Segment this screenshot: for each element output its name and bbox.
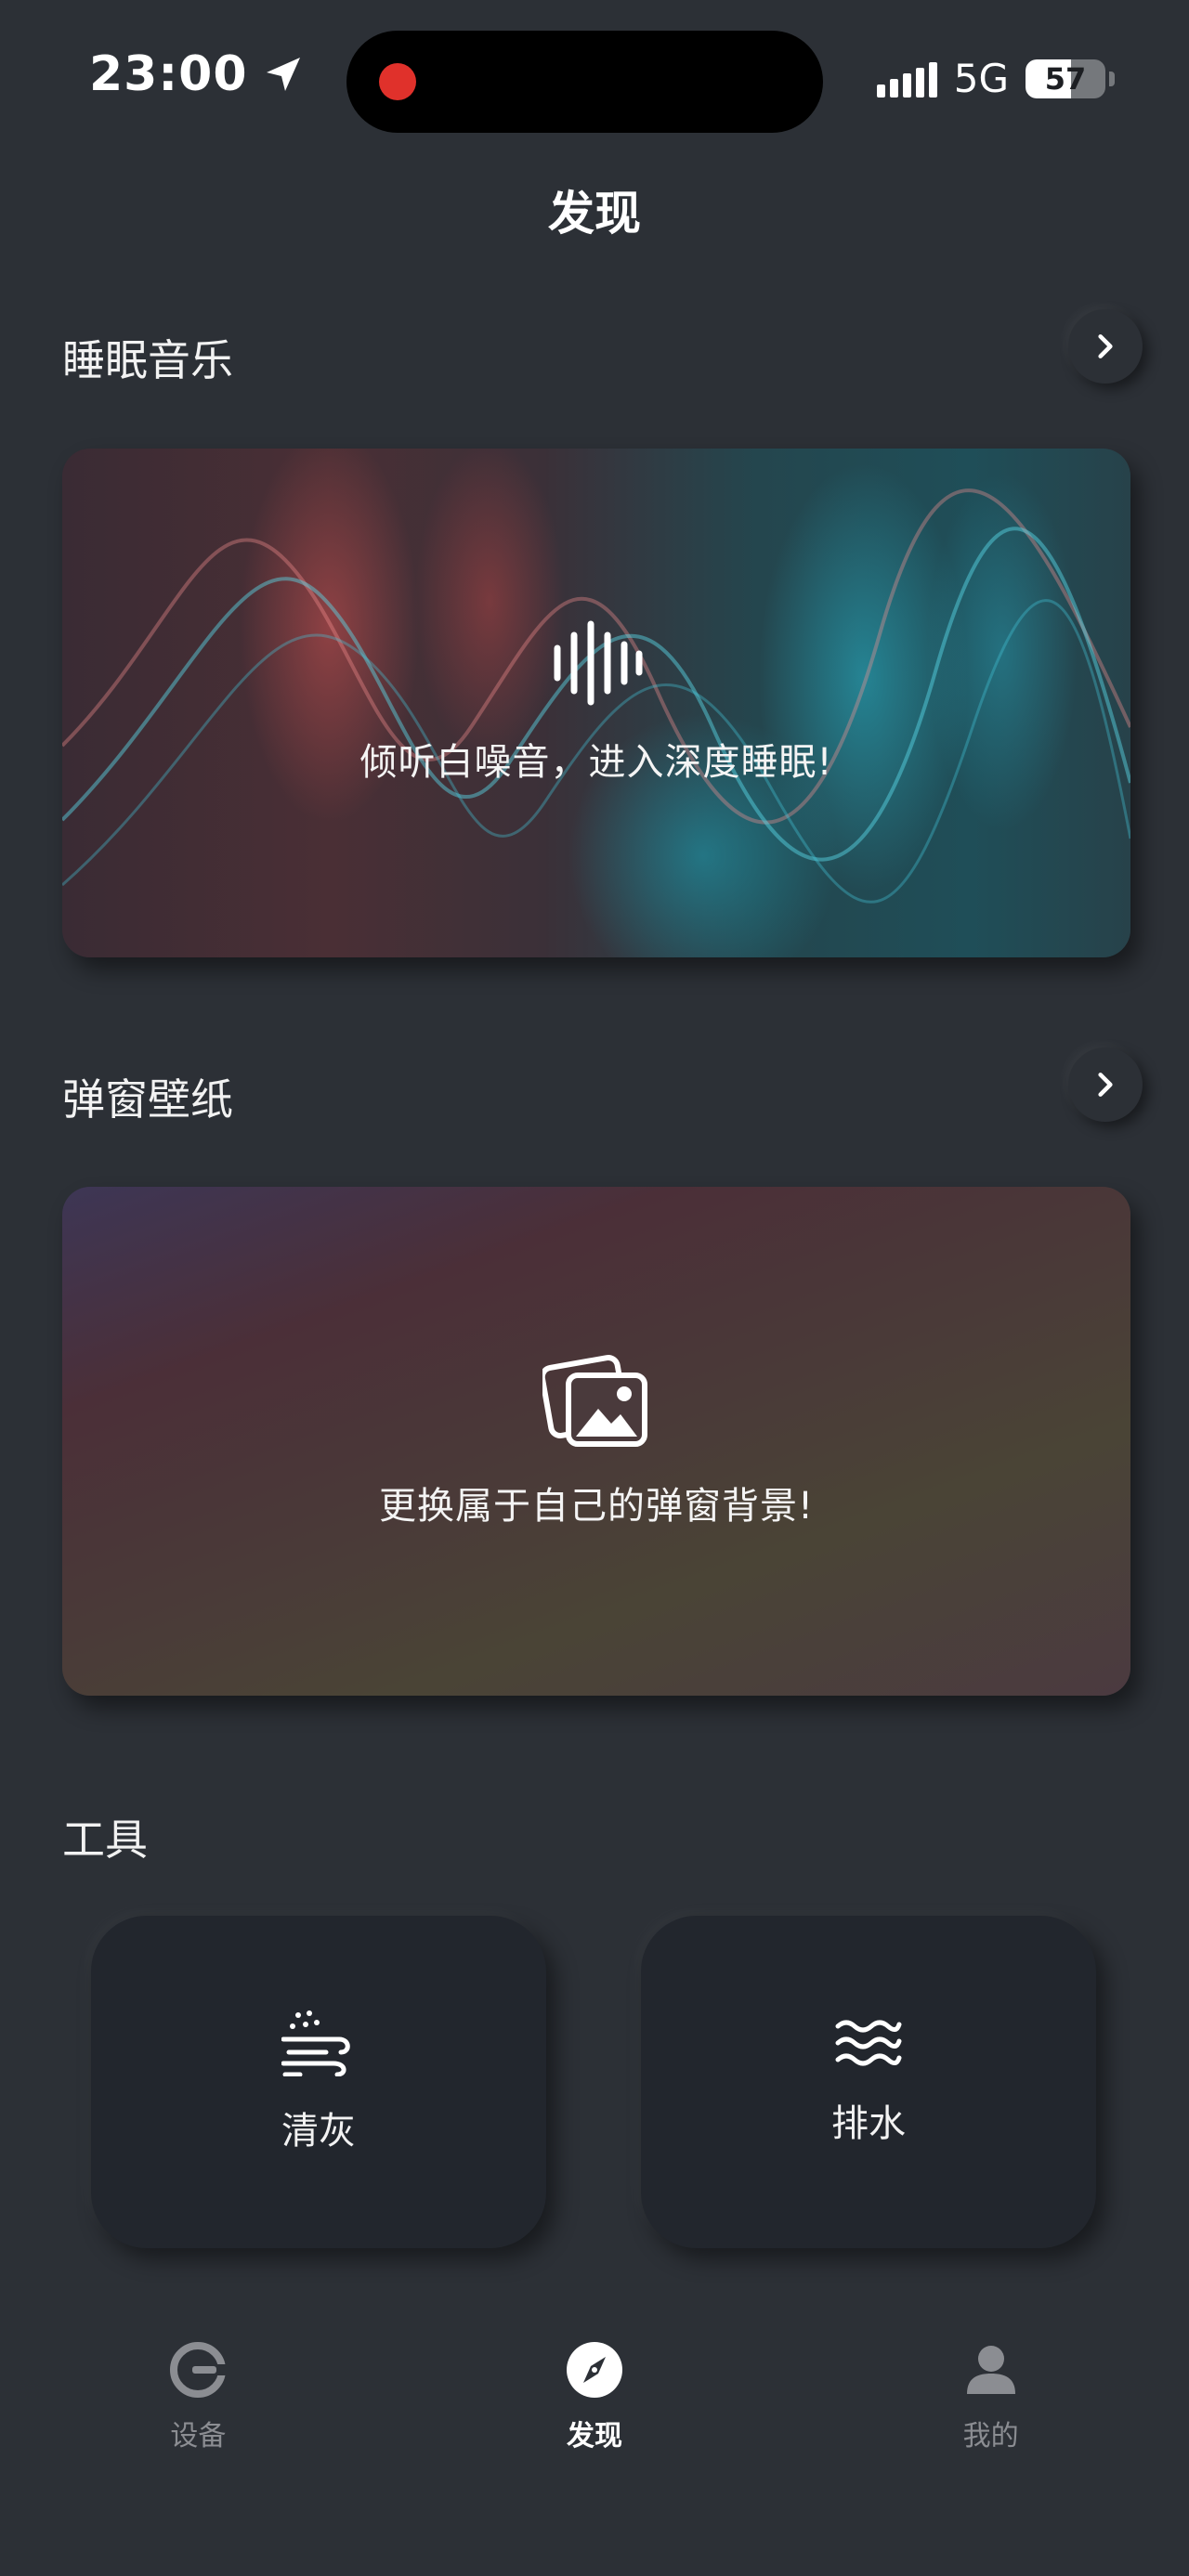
nav-label-discover: 发现 [566,2420,622,2452]
nav-item-mine[interactable]: 我的 [870,2340,1112,2453]
page-title: 发现 [548,187,641,241]
status-time: 23:00 [89,46,306,102]
water-drain-icon [835,2020,902,2066]
compass-icon [566,2342,622,2398]
tool-drain-water-button[interactable]: 排水 [641,1916,1096,2248]
dust-clean-icon [281,2010,350,2076]
nav-item-discover[interactable]: 发现 [474,2340,715,2453]
tool-label-clean-dust: 清灰 [281,2110,356,2153]
section-title-wallpaper: 弹窗壁纸 [62,1074,233,1125]
battery-icon: 57 [1026,59,1105,98]
nav-label-mine: 我的 [962,2420,1019,2452]
sleep-music-card[interactable]: 倾听白噪音，进入深度睡眠! [62,449,1130,957]
network-type: 5G [953,56,1009,101]
device-icon [170,2342,227,2398]
nav-label-device: 设备 [170,2420,227,2452]
chevron-right-icon [1098,1073,1113,1097]
recording-indicator-icon [379,63,416,100]
dynamic-island [346,31,823,133]
sleep-music-card-text: 倾听白噪音，进入深度睡眠! [359,741,833,784]
status-indicators: 5G 57 [876,56,1115,101]
wallpaper-card-text: 更换属于自己的弹窗背景! [378,1485,815,1528]
discover-screen: 23:00 5G 57 发现 睡眠音乐 倾听白噪音，进入深度睡眠! 弹窗壁纸 更… [0,0,1189,2576]
chevron-right-icon [1098,334,1113,358]
section-title-sleep-music: 睡眠音乐 [62,335,233,385]
battery-tip [1109,71,1115,86]
image-gallery-icon [542,1355,647,1447]
status-time-text: 23:00 [89,46,248,102]
person-icon [966,2346,1015,2394]
signal-icon [876,60,937,98]
tool-clean-dust-button[interactable]: 清灰 [91,1916,546,2248]
tool-label-drain-water: 排水 [831,2102,906,2145]
bottom-nav: 设备 发现 我的 [0,2340,1189,2526]
wallpaper-card[interactable]: 更换属于自己的弹窗背景! [62,1187,1130,1696]
battery-level: 57 [1044,60,1087,97]
wallpaper-more-button[interactable] [1068,1047,1143,1122]
location-arrow-icon [266,58,300,91]
sleep-music-more-button[interactable] [1068,309,1143,384]
section-title-tools: 工具 [62,1815,148,1865]
nav-item-device[interactable]: 设备 [77,2340,319,2453]
sound-wave-icon [554,620,643,706]
